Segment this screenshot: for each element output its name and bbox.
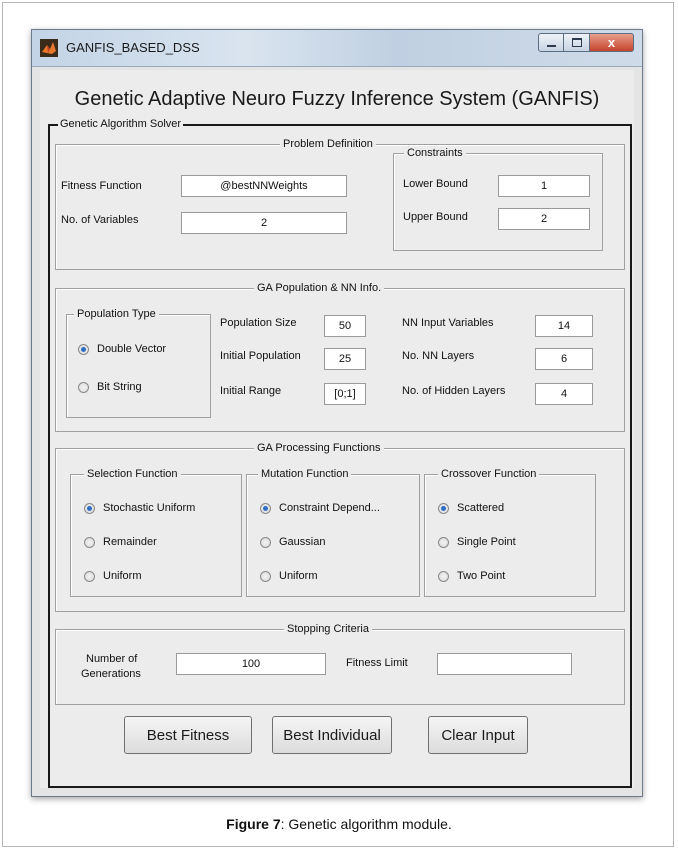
radio-indicator [78, 381, 89, 393]
radio-indicator [260, 570, 271, 582]
initial-population-label: Initial Population [220, 350, 301, 362]
matlab-icon [40, 39, 58, 57]
close-icon: x [607, 35, 616, 50]
problem-definition-title: Problem Definition [280, 138, 376, 150]
maximize-button[interactable] [564, 33, 590, 52]
fitness-function-field[interactable]: @bestNNWeights [181, 175, 347, 197]
population-size-field[interactable]: 50 [324, 315, 366, 337]
radio-indicator [84, 536, 95, 548]
minimize-icon [546, 44, 556, 47]
radio-label: Remainder [103, 536, 157, 548]
radio-two-point[interactable]: Two Point [438, 570, 505, 582]
constraints-title: Constraints [404, 147, 466, 159]
radio-label: Constraint Depend... [279, 502, 380, 514]
radio-indicator [260, 502, 271, 514]
caption-figure-number: Figure 7 [226, 816, 281, 832]
caption-text: : Genetic algorithm module. [280, 816, 452, 832]
upper-bound-label: Upper Bound [403, 211, 468, 223]
upper-bound-field[interactable]: 2 [498, 208, 590, 230]
processing-panel-title: GA Processing Functions [254, 442, 384, 454]
radio-label: Scattered [457, 502, 505, 514]
best-fitness-button[interactable]: Best Fitness [124, 716, 252, 754]
hidden-layers-label: No. of Hidden Layers [402, 385, 506, 397]
generations-field[interactable]: 100 [176, 653, 326, 675]
population-panel-title: GA Population & NN Info. [254, 282, 385, 294]
initial-population-field[interactable]: 25 [324, 348, 366, 370]
radio-remainder[interactable]: Remainder [84, 536, 157, 548]
title-bar[interactable]: GANFIS_BASED_DSS x [32, 30, 642, 67]
crossover-title: Crossover Function [438, 468, 540, 480]
radio-indicator [438, 570, 449, 582]
radio-scattered[interactable]: Scattered [438, 502, 504, 514]
radio-constraint-dependent[interactable]: Constraint Depend... [260, 502, 380, 514]
clear-input-button[interactable]: Clear Input [428, 716, 528, 754]
variables-label: No. of Variables [61, 214, 139, 226]
nn-inputs-field[interactable]: 14 [535, 315, 593, 337]
generations-label-line2: Generations [81, 668, 141, 680]
window-controls: x [538, 33, 634, 53]
nn-layers-field[interactable]: 6 [535, 348, 593, 370]
minimize-button[interactable] [538, 33, 564, 52]
nn-inputs-label: NN Input Variables [402, 317, 494, 329]
radio-label: Stochastic Uniform [103, 502, 196, 514]
initial-range-field[interactable]: [0;1] [324, 383, 366, 405]
radio-single-point[interactable]: Single Point [438, 536, 516, 548]
radio-gaussian[interactable]: Gaussian [260, 536, 325, 548]
radio-indicator [84, 570, 95, 582]
radio-bit-string[interactable]: Bit String [78, 381, 142, 393]
radio-indicator [84, 502, 95, 514]
solver-label: Genetic Algorithm Solver [58, 118, 184, 130]
app-window: GANFIS_BASED_DSS x Genetic Adaptive Neur… [31, 29, 643, 797]
window-title: GANFIS_BASED_DSS [66, 40, 200, 55]
stopping-title: Stopping Criteria [284, 623, 372, 635]
radio-indicator [438, 536, 449, 548]
radio-label: Uniform [103, 570, 142, 582]
population-size-label: Population Size [220, 317, 297, 329]
radio-indicator [260, 536, 271, 548]
generations-label-line1: Number of [86, 653, 138, 665]
variables-field[interactable]: 2 [181, 212, 347, 234]
radio-selection-uniform[interactable]: Uniform [84, 570, 142, 582]
initial-range-label: Initial Range [220, 385, 282, 397]
radio-mutation-uniform[interactable]: Uniform [260, 570, 318, 582]
mutation-title: Mutation Function [258, 468, 352, 480]
page-title: Genetic Adaptive Neuro Fuzzy Inference S… [74, 88, 600, 110]
lower-bound-field[interactable]: 1 [498, 175, 590, 197]
best-individual-button[interactable]: Best Individual [272, 716, 392, 754]
fitness-function-label: Fitness Function [61, 180, 142, 192]
radio-stochastic-uniform[interactable]: Stochastic Uniform [84, 502, 195, 514]
lower-bound-label: Lower Bound [403, 178, 468, 190]
population-type-title: Population Type [74, 308, 159, 320]
figure-caption: Figure 7: Genetic algorithm module. [0, 816, 678, 832]
client-area: Genetic Adaptive Neuro Fuzzy Inference S… [40, 70, 634, 788]
radio-label: Bit String [97, 381, 142, 393]
radio-double-vector[interactable]: Double Vector [78, 343, 166, 355]
constraints-panel [393, 153, 603, 251]
radio-label: Single Point [457, 536, 516, 548]
population-type-panel [66, 314, 211, 418]
maximize-icon [571, 38, 582, 47]
fitness-limit-label: Fitness Limit [346, 657, 408, 669]
radio-indicator [438, 502, 449, 514]
radio-label: Gaussian [279, 536, 326, 548]
radio-label: Uniform [279, 570, 318, 582]
radio-label: Two Point [457, 570, 506, 582]
radio-indicator [78, 343, 89, 355]
hidden-layers-field[interactable]: 4 [535, 383, 593, 405]
fitness-limit-field[interactable] [437, 653, 572, 675]
close-button[interactable]: x [590, 33, 634, 52]
selection-title: Selection Function [84, 468, 181, 480]
nn-layers-label: No. NN Layers [402, 350, 475, 362]
radio-label: Double Vector [97, 343, 167, 355]
